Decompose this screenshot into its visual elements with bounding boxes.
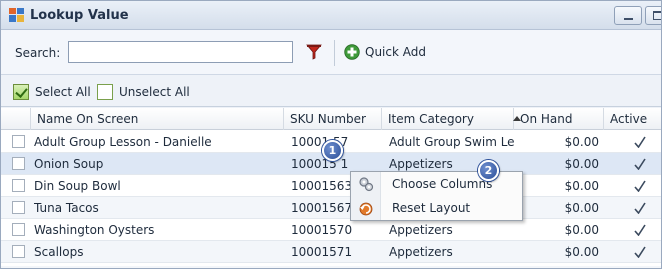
table-row[interactable]: Scallops 10001571 Appetizers $0.00 [1,241,661,263]
select-all-button[interactable]: Select All [13,84,91,100]
checkmark-icon [634,136,646,148]
cell-name: Washington Oysters [34,223,155,237]
checkmark-icon [634,202,646,214]
minimize-icon [624,18,633,20]
select-all-label: Select All [35,85,91,99]
cell-on-hand: $0.00 [564,201,599,215]
selection-bar: Select All Unselect All [1,76,661,107]
row-checkbox[interactable] [12,245,25,258]
column-header-on-hand[interactable]: On Hand [514,108,604,130]
quick-add-label: Quick Add [365,45,426,59]
title-bar: Lookup Value [1,1,661,30]
grid-header: Name On Screen SKU Number Item Category … [1,108,661,130]
window-title: Lookup Value [30,8,129,23]
checked-box-icon [13,84,29,100]
active-checkbox[interactable] [633,134,647,148]
checkmark-icon [634,180,646,192]
checkmark-icon [634,246,646,258]
cell-name: Onion Soup [34,157,104,171]
filter-icon[interactable] [305,43,323,61]
columns-gear-icon [359,177,374,192]
cell-sku: 10001571 [291,245,353,259]
quick-add-button[interactable]: Quick Add [344,41,426,63]
menu-item-label: Choose Columns [392,177,493,191]
row-checkbox[interactable] [12,223,25,236]
unselect-all-button[interactable]: Unselect All [97,84,190,100]
app-grid-icon [9,8,24,22]
cell-category: Appetizers [389,223,453,237]
cell-sku: 10001570 [291,223,353,237]
menu-item-reset-layout[interactable]: Reset Layout [352,197,521,220]
active-checkbox[interactable] [633,156,647,170]
column-header-name[interactable]: Name On Screen [31,108,284,130]
cell-name: Din Soup Bowl [34,179,121,193]
cell-name: Tuna Tacos [34,201,99,215]
cell-category: Adult Group Swim Le... [389,135,514,149]
lookup-value-window: Lookup Value Search: Quick Add Select Al… [0,0,662,269]
table-row[interactable]: Din Soup Bowl 10001563 $0.00 [1,175,661,197]
cell-on-hand: $0.00 [564,179,599,193]
active-checkbox[interactable] [633,178,647,192]
maximize-icon [653,11,661,20]
checkmark-icon [634,158,646,170]
row-checkbox[interactable] [12,157,25,170]
lookup-grid: Name On Screen SKU Number Item Category … [1,108,661,268]
callout-marker-1: 1 [322,140,343,161]
cell-name: Adult Group Lesson - Danielle [34,135,212,149]
menu-item-label: Reset Layout [392,201,471,215]
minimize-button[interactable] [614,6,642,25]
row-checkbox[interactable] [12,135,25,148]
empty-box-icon [97,84,113,100]
column-header-category-label: Item Category [388,112,474,126]
column-header-category[interactable]: Item Category [382,108,521,130]
active-checkbox[interactable] [633,200,647,214]
cell-name: Scallops [34,245,84,259]
active-checkbox[interactable] [633,222,647,236]
search-input[interactable] [68,41,293,63]
checkmark-icon [634,224,646,236]
column-header-sku[interactable]: SKU Number [284,108,382,130]
cell-on-hand: $0.00 [564,157,599,171]
cell-category: Appetizers [389,245,453,259]
row-checkbox[interactable] [12,201,25,214]
cell-on-hand: $0.00 [564,223,599,237]
maximize-button[interactable] [645,6,661,25]
column-header-active[interactable]: Active [604,108,661,130]
cell-on-hand: $0.00 [564,245,599,259]
toolbar-separator [334,40,335,66]
search-toolbar: Search: Quick Add [1,30,661,75]
reset-layout-icon [359,202,373,216]
context-menu: Choose Columns Reset Layout [350,171,523,221]
callout-marker-2: 2 [478,160,499,181]
header-checkbox-column[interactable] [1,108,31,130]
search-label: Search: [15,46,61,60]
cell-on-hand: $0.00 [564,135,599,149]
add-icon [344,44,360,60]
unselect-all-label: Unselect All [119,85,190,99]
active-checkbox[interactable] [633,244,647,258]
row-checkbox[interactable] [12,179,25,192]
table-row[interactable]: Washington Oysters 10001570 Appetizers $0.0… [1,219,661,241]
table-row[interactable]: Tuna Tacos 10001567 $0.00 [1,197,661,219]
